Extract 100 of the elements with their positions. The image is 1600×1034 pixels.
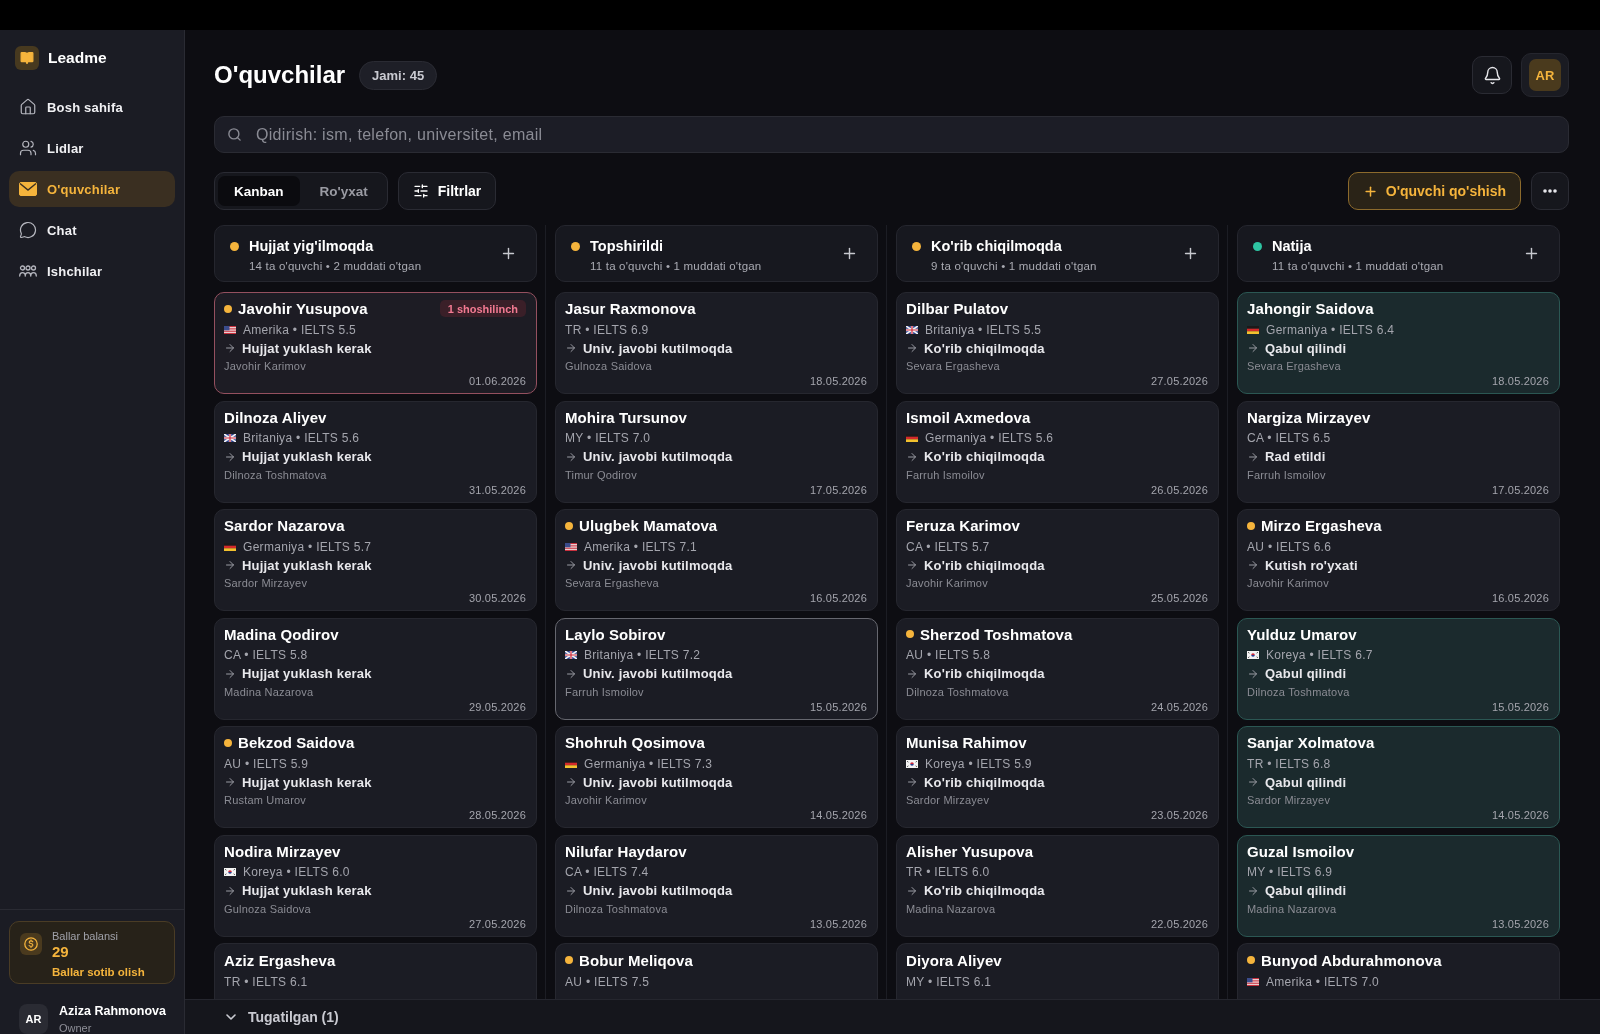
student-card[interactable]: Nargiza Mirzayev CA • IELTS 6.5 Rad etildi Farruh Ismoilov 17.05.2026	[1237, 400, 1560, 503]
student-name: Mohira Tursunov	[565, 408, 688, 426]
arrow-right-icon	[224, 884, 236, 897]
arrow-right-icon	[906, 667, 918, 680]
student-name: Shohruh Qosimova	[565, 734, 705, 752]
student-details: Germaniya • IELTS 6.4	[1266, 323, 1395, 337]
card-date: 26.05.2026	[1150, 482, 1208, 497]
nav-item[interactable]: Ishchilar	[9, 253, 175, 289]
student-card[interactable]: Nodira Mirzayev Koreya • IELTS 6.0 Hujjat yuklash kerak Gulnoza Saidova 27.05.2026	[214, 834, 537, 937]
student-card[interactable]: Mohira Tursunov MY • IELTS 7.0 Univ. javobi kutilmoqda Timur Qodirov 17.05.2026	[555, 400, 878, 503]
completed-toggle[interactable]: Tugatilgan (1)	[223, 1009, 339, 1025]
student-card[interactable]: Ismoil Axmedova Germaniya • IELTS 5.6 Ko'rib chiqilmoqda Farruh Ismoilov 26.05.2026	[896, 400, 1219, 503]
flag-icon	[565, 543, 577, 551]
advisor-name: Sardor Mirzayev	[1247, 793, 1331, 807]
student-card[interactable]: Feruza Karimov CA • IELTS 5.7 Ko'rib chiqilmoqda Javohir Karimov 25.05.2026	[896, 509, 1219, 611]
arrow-right-icon	[1247, 342, 1259, 355]
advisor-name: Javohir Karimov	[565, 793, 647, 807]
student-card[interactable]: Laylo Sobirov Britaniya • IELTS 7.2 Univ. javobi kutilmoqda Farruh Ismoilov 15.05.2026	[555, 617, 878, 720]
student-card[interactable]: Aziz Ergasheva TR • IELTS 6.1	[214, 943, 537, 999]
chat-bubble-icon	[19, 221, 37, 239]
student-card[interactable]: Munisa Rahimov Koreya • IELTS 5.9 Ko'rib chiqilmoqda Sardor Mirzayev 23.05.2026	[896, 726, 1219, 828]
student-card[interactable]: Dilnoza Aliyev Britaniya • IELTS 5.6 Hujjat yuklash kerak Dilnoza Toshmatova 31.05.2026	[214, 400, 537, 503]
card-date: 13.05.2026	[809, 916, 867, 931]
profile-avatar-button[interactable]: AR	[1521, 53, 1569, 97]
student-details: Koreya • IELTS 6.7	[1266, 648, 1373, 663]
advisor-name: Javohir Karimov	[1247, 576, 1329, 590]
arrow-right-icon	[224, 667, 236, 680]
brand-name: Leadme	[48, 49, 107, 67]
card-date: 14.05.2026	[1491, 808, 1549, 822]
notifications-button[interactable]	[1472, 56, 1512, 94]
view-tab[interactable]: Ro'yxat	[303, 176, 384, 206]
student-card[interactable]: Sardor Nazarova Germaniya • IELTS 5.7 Hujjat yuklash kerak Sardor Mirzayev 30.05.2026	[214, 509, 537, 611]
arrow-right-icon	[224, 776, 236, 789]
card-date: 15.05.2026	[1491, 699, 1549, 714]
student-card[interactable]: Jahongir Saidova Germaniya • IELTS 6.4 Qabul qilindi Sevara Ergasheva 18.05.2026	[1237, 292, 1560, 394]
student-card[interactable]: Sherzod Toshmatova AU • IELTS 5.8 Ko'rib chiqilmoqda Dilnoza Toshmatova 24.05.2026	[896, 617, 1219, 720]
student-name: Dilnoza Aliyev	[224, 408, 327, 426]
arrow-right-icon	[906, 559, 918, 572]
arrow-right-icon	[906, 776, 918, 789]
filter-button[interactable]: Filtrlar	[397, 172, 497, 210]
student-card[interactable]: Bobur Meliqova AU • IELTS 7.5	[555, 943, 878, 999]
student-name: Guzal Ismoilov	[1247, 842, 1355, 860]
add-student-button[interactable]: O'quvchi qo'shish	[1347, 172, 1521, 210]
advisor-name: Madina Nazarova	[906, 901, 996, 916]
arrow-right-icon	[565, 667, 577, 680]
advisor-name: Sevara Ergasheva	[1247, 359, 1341, 373]
arrow-right-icon	[224, 450, 236, 463]
card-date: 16.05.2026	[1491, 591, 1549, 605]
student-details: Britaniya • IELTS 7.2	[584, 648, 701, 663]
student-card[interactable]: Nilufar Haydarov CA • IELTS 7.4 Univ. javobi kutilmoqda Dilnoza Toshmatova 13.05.2026	[555, 834, 878, 937]
count-badge: Jami: 45	[359, 60, 438, 90]
nav-item[interactable]: O'quvchilar	[9, 171, 175, 207]
student-card[interactable]: Bekzod Saidova AU • IELTS 5.9 Hujjat yuklash kerak Rustam Umarov 28.05.2026	[214, 726, 537, 828]
student-details: MY • IELTS 7.0	[565, 431, 651, 446]
flag-icon	[906, 434, 918, 443]
buy-points-link[interactable]: Ballar sotib olish	[52, 965, 145, 980]
next-step: Qabul qilindi	[1265, 666, 1347, 682]
arrow-right-icon	[1247, 667, 1259, 680]
next-step: Hujjat yuklash kerak	[242, 883, 372, 899]
student-name: Nilufar Haydarov	[565, 842, 687, 860]
next-step: Qabul qilindi	[1265, 774, 1347, 790]
flag-icon	[906, 760, 918, 768]
next-step: Kutish ro'yxati	[1265, 557, 1358, 573]
next-step: Hujjat yuklash kerak	[242, 449, 372, 465]
student-card[interactable]: Guzal Ismoilov MY • IELTS 6.9 Qabul qilindi Madina Nazarova 13.05.2026	[1237, 834, 1560, 937]
nav-item[interactable]: Bosh sahifa	[9, 89, 175, 125]
student-name: Bekzod Saidova	[238, 734, 355, 752]
user-avatar: AR	[19, 1004, 48, 1034]
student-card[interactable]: Dilbar Pulatov Britaniya • IELTS 5.5 Ko'rib chiqilmoqda Sevara Ergasheva 27.05.2026	[896, 292, 1219, 394]
nav-item[interactable]: Chat	[9, 212, 175, 248]
student-card[interactable]: Javohir Yusupova 1 shoshilinch Amerika • IELTS 5.5 Hujjat yuklash kerak Javohir Karimov 01.06.2026	[214, 292, 537, 394]
student-card[interactable]: Bunyod Abdurahmonova Amerika • IELTS 7.0	[1237, 943, 1560, 999]
card-date: 15.05.2026	[809, 699, 867, 714]
student-card[interactable]: Sanjar Xolmatova TR • IELTS 6.8 Qabul qilindi Sardor Mirzayev 14.05.2026	[1237, 726, 1560, 828]
student-card[interactable]: Shohruh Qosimova Germaniya • IELTS 7.3 Univ. javobi kutilmoqda Javohir Karimov 14.05.2026	[555, 726, 878, 828]
student-name: Sanjar Xolmatova	[1247, 734, 1375, 752]
balance-label: Ballar balansi	[52, 929, 119, 943]
advisor-name: Dilnoza Toshmatova	[224, 467, 327, 482]
student-card[interactable]: Diyora Aliyev MY • IELTS 6.1	[896, 943, 1219, 999]
nav-item[interactable]: Lidlar	[9, 130, 175, 166]
student-card[interactable]: Madina Qodirov CA • IELTS 5.8 Hujjat yuklash kerak Madina Nazarova 29.05.2026	[214, 617, 537, 720]
card-date: 14.05.2026	[809, 808, 867, 822]
more-button[interactable]	[1531, 172, 1569, 210]
student-card[interactable]: Alisher Yusupova TR • IELTS 6.0 Ko'rib chiqilmoqda Madina Nazarova 22.05.2026	[896, 834, 1219, 937]
student-card[interactable]: Jasur Raxmonova TR • IELTS 6.9 Univ. javobi kutilmoqda Gulnoza Saidova 18.05.2026	[555, 292, 878, 394]
student-card[interactable]: Mirzo Ergasheva AU • IELTS 6.6 Kutish ro'yxati Javohir Karimov 16.05.2026	[1237, 509, 1560, 611]
page-title: O'quvchilar	[214, 61, 346, 89]
arrow-right-icon	[565, 342, 577, 355]
card-date: 25.05.2026	[1150, 591, 1208, 605]
search-field[interactable]: Qidirish: ism, telefon, universitet, email	[214, 116, 1569, 153]
view-tab[interactable]: Kanban	[218, 176, 300, 206]
student-details: MY • IELTS 6.9	[1247, 865, 1333, 880]
balance-value: 29	[52, 943, 69, 961]
student-details: Germaniya • IELTS 5.7	[243, 540, 372, 554]
card-date: 18.05.2026	[1491, 374, 1549, 388]
coin-icon	[20, 933, 42, 955]
student-card[interactable]: Yulduz Umarov Koreya • IELTS 6.7 Qabul qilindi Dilnoza Toshmatova 15.05.2026	[1237, 617, 1560, 720]
card-date: 17.05.2026	[1491, 482, 1549, 497]
student-name: Ismoil Axmedova	[906, 408, 1031, 426]
student-card[interactable]: Ulugbek Mamatova Amerika • IELTS 7.1 Univ. javobi kutilmoqda Sevara Ergasheva 16.05.2026	[555, 509, 878, 611]
